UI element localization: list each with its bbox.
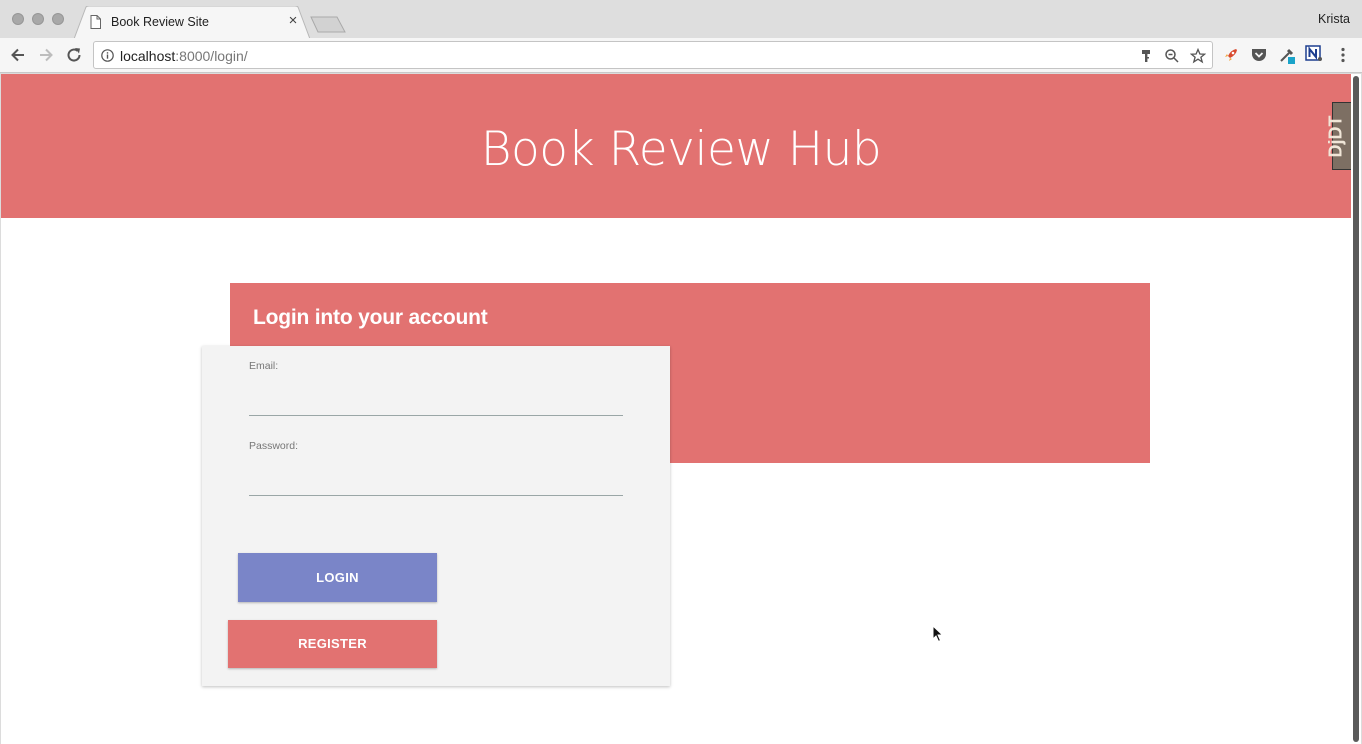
info-icon[interactable]: [101, 49, 114, 62]
back-icon[interactable]: [8, 45, 28, 65]
new-tab-button[interactable]: [310, 16, 346, 33]
forward-icon[interactable]: [36, 45, 56, 65]
email-label: Email:: [249, 360, 279, 372]
n-extension-icon[interactable]: [1305, 45, 1323, 63]
login-heading: Login into your account: [253, 306, 488, 329]
window-maximize-button[interactable]: [52, 13, 64, 25]
browser-titlebar: Book Review Site × Krista: [0, 0, 1362, 39]
bookmark-star-icon[interactable]: [1190, 48, 1206, 64]
window-close-button[interactable]: [12, 13, 24, 25]
site-header: Book Review Hub: [1, 74, 1361, 218]
tab-close-icon[interactable]: ×: [286, 13, 300, 28]
page-icon: [90, 15, 101, 29]
email-underline: [249, 415, 623, 416]
register-button[interactable]: REGISTER: [228, 620, 437, 668]
eyedropper-extension-icon[interactable]: [1278, 46, 1296, 64]
browser-tab-active[interactable]: Book Review Site ×: [74, 6, 310, 39]
tab-title: Book Review Site: [111, 15, 209, 29]
address-bar[interactable]: localhost:8000/login/: [93, 41, 1213, 69]
site-title: Book Review Hub: [480, 122, 882, 177]
url-path: :8000/login/: [175, 48, 248, 64]
dbt-label: DjDT: [1325, 115, 1346, 158]
menu-dots-icon[interactable]: [1334, 46, 1352, 64]
page-viewport: Book Review Hub DjDT Login into your acc…: [1, 74, 1361, 744]
email-field[interactable]: [249, 390, 623, 414]
url-text[interactable]: localhost:8000/login/: [120, 48, 248, 64]
scrollbar-thumb[interactable]: [1353, 76, 1359, 742]
zoom-out-icon[interactable]: [1164, 48, 1180, 64]
key-icon[interactable]: [1138, 48, 1154, 64]
rocket-extension-icon[interactable]: [1222, 46, 1240, 64]
window-minimize-button[interactable]: [32, 13, 44, 25]
page-scrollbar[interactable]: [1351, 74, 1361, 744]
url-host: localhost: [120, 48, 176, 64]
reload-icon[interactable]: [64, 45, 84, 65]
password-field[interactable]: [249, 470, 623, 494]
login-card: Email: Password: LOGIN REGISTER: [202, 346, 670, 686]
mouse-cursor-icon: [932, 625, 944, 643]
password-label: Password:: [249, 440, 299, 452]
browser-toolbar: localhost:8000/login/: [0, 38, 1362, 73]
login-button[interactable]: LOGIN: [238, 553, 437, 602]
pocket-extension-icon[interactable]: [1250, 46, 1268, 64]
profile-name[interactable]: Krista: [1318, 12, 1350, 26]
password-underline: [249, 495, 623, 496]
